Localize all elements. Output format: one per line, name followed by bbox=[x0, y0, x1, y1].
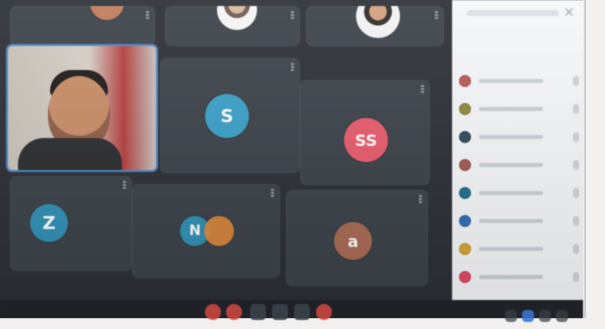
participant-tile[interactable]: SS bbox=[300, 80, 430, 185]
participant-tile[interactable]: Z bbox=[10, 176, 132, 271]
avatar-icon bbox=[459, 271, 471, 283]
activities-button[interactable] bbox=[539, 310, 551, 322]
participant-avatar: S bbox=[205, 94, 249, 138]
sidebar-participant-row[interactable] bbox=[459, 72, 579, 90]
person-shirt bbox=[18, 138, 122, 170]
microphone-icon[interactable] bbox=[573, 272, 579, 282]
photo-of-screen: S SS Z N a bbox=[0, 0, 605, 329]
participant-name-placeholder bbox=[479, 191, 543, 195]
microphone-icon[interactable] bbox=[573, 76, 579, 86]
more-options-icon[interactable] bbox=[421, 85, 424, 93]
settings-button[interactable] bbox=[556, 310, 568, 322]
microphone-icon[interactable] bbox=[573, 104, 579, 114]
avatar-icon bbox=[459, 159, 471, 171]
participant-name-placeholder bbox=[479, 135, 543, 139]
more-button[interactable] bbox=[294, 304, 310, 320]
chat-button[interactable] bbox=[505, 310, 517, 322]
more-options-icon[interactable] bbox=[271, 189, 274, 197]
participant-name-placeholder bbox=[479, 247, 543, 251]
more-options-icon[interactable] bbox=[291, 63, 294, 71]
sidebar-participant-row[interactable] bbox=[459, 156, 579, 174]
sidebar-participant-row[interactable] bbox=[459, 240, 579, 258]
participants-sidebar bbox=[452, 0, 584, 318]
more-options-icon[interactable] bbox=[291, 11, 294, 19]
avatar-icon bbox=[459, 103, 471, 115]
avatar-icon bbox=[459, 131, 471, 143]
people-button[interactable] bbox=[522, 310, 534, 322]
participant-grid: S SS Z N a bbox=[0, 0, 452, 300]
close-icon[interactable] bbox=[564, 7, 574, 17]
participant-avatar bbox=[90, 6, 124, 20]
participant-tile[interactable] bbox=[165, 6, 300, 46]
sidebar-participant-row[interactable] bbox=[459, 128, 579, 146]
raise-hand-button[interactable] bbox=[272, 304, 288, 320]
more-options-icon[interactable] bbox=[123, 181, 126, 189]
participant-avatar: Z bbox=[30, 204, 68, 242]
meeting-controls-bar bbox=[0, 300, 583, 318]
avatar-icon bbox=[459, 215, 471, 227]
sidebar-participant-row[interactable] bbox=[459, 268, 579, 286]
participant-tile[interactable]: S bbox=[160, 58, 300, 173]
participant-name-placeholder bbox=[479, 107, 543, 111]
microphone-icon[interactable] bbox=[573, 244, 579, 254]
participant-name-placeholder bbox=[479, 163, 543, 167]
self-camera-tile[interactable] bbox=[8, 46, 156, 170]
meeting-view: S SS Z N a bbox=[0, 0, 584, 322]
microphone-icon[interactable] bbox=[573, 132, 579, 142]
participant-avatar bbox=[204, 216, 234, 246]
microphone-icon[interactable] bbox=[573, 160, 579, 170]
participant-tile[interactable]: N bbox=[132, 184, 280, 278]
sidebar-title bbox=[467, 10, 559, 16]
microphone-icon[interactable] bbox=[573, 188, 579, 198]
participant-photo bbox=[217, 6, 257, 30]
avatar-icon bbox=[459, 75, 471, 87]
participant-avatar: SS bbox=[344, 118, 388, 162]
video-meeting-window: S SS Z N a bbox=[0, 0, 586, 322]
participant-tile[interactable] bbox=[10, 6, 155, 46]
participant-tile[interactable]: a bbox=[286, 190, 428, 286]
more-options-icon[interactable] bbox=[419, 195, 422, 203]
sidebar-participant-row[interactable] bbox=[459, 212, 579, 230]
camera-button[interactable] bbox=[226, 304, 242, 320]
leave-button[interactable] bbox=[316, 304, 332, 320]
participant-name-placeholder bbox=[479, 275, 543, 279]
participant-name-placeholder bbox=[479, 79, 543, 83]
participant-photo bbox=[356, 6, 400, 38]
more-options-icon[interactable] bbox=[146, 11, 149, 19]
participant-name-placeholder bbox=[479, 219, 543, 223]
avatar-icon bbox=[459, 187, 471, 199]
sidebar-participant-row[interactable] bbox=[459, 100, 579, 118]
present-button[interactable] bbox=[250, 304, 266, 320]
participant-tile[interactable] bbox=[306, 6, 444, 46]
microphone-icon[interactable] bbox=[573, 216, 579, 226]
more-options-icon[interactable] bbox=[435, 11, 438, 19]
mic-button[interactable] bbox=[205, 304, 221, 320]
avatar-icon bbox=[459, 243, 471, 255]
participant-avatar: a bbox=[334, 222, 372, 260]
sidebar-participant-row[interactable] bbox=[459, 184, 579, 202]
